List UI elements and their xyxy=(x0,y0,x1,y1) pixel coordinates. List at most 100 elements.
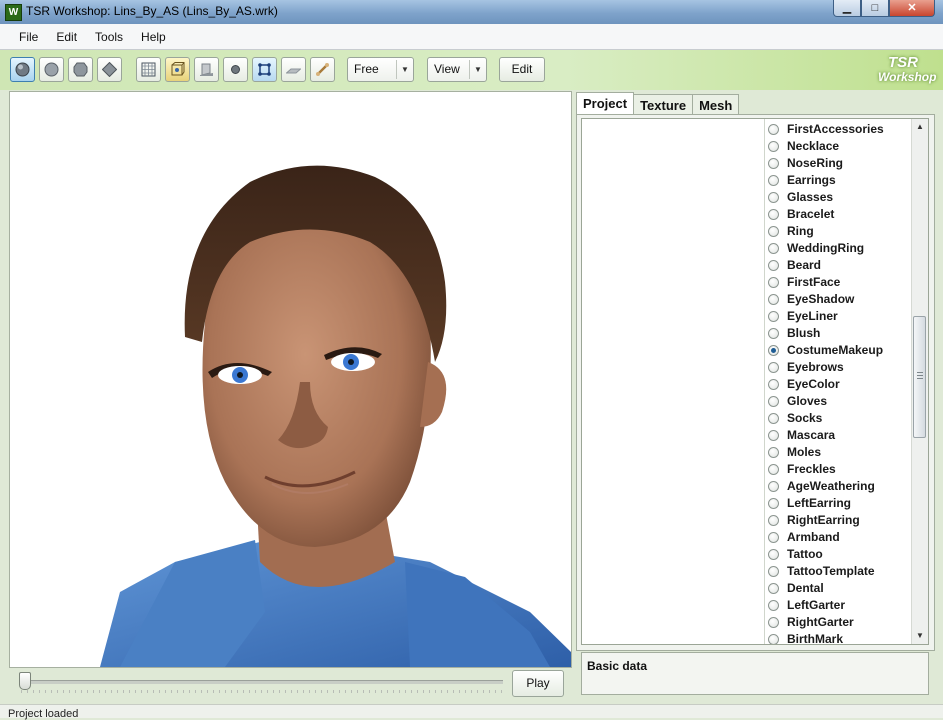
tab-mesh[interactable]: Mesh xyxy=(692,94,740,115)
list-item[interactable]: Moles xyxy=(768,444,908,461)
tab-texture[interactable]: Texture xyxy=(633,94,694,115)
view-menu-select[interactable]: View ▼ xyxy=(427,57,487,82)
radio-button[interactable] xyxy=(768,192,779,203)
plane-button[interactable] xyxy=(281,57,306,82)
menu-tools[interactable]: Tools xyxy=(86,30,132,44)
list-item[interactable]: Eyebrows xyxy=(768,359,908,376)
list-item[interactable]: Gloves xyxy=(768,393,908,410)
radio-button[interactable] xyxy=(768,634,779,644)
timeline-slider-handle[interactable] xyxy=(19,672,31,690)
list-item[interactable]: WeddingRing xyxy=(768,240,908,257)
list-item[interactable]: BirthMark xyxy=(768,631,908,644)
list-item-label: Ring xyxy=(787,224,814,238)
list-item[interactable]: EyeLiner xyxy=(768,308,908,325)
smooth-sphere-button[interactable] xyxy=(39,57,64,82)
list-item[interactable]: Beard xyxy=(768,257,908,274)
scroll-up-icon[interactable]: ▲ xyxy=(912,119,928,135)
list-item[interactable]: RightGarter xyxy=(768,614,908,631)
list-item[interactable]: FirstFace xyxy=(768,274,908,291)
diamond-button[interactable] xyxy=(97,57,122,82)
scroll-down-icon[interactable]: ▼ xyxy=(912,628,928,644)
grid-icon xyxy=(141,62,156,77)
timeline-track[interactable] xyxy=(21,680,503,684)
radio-button[interactable] xyxy=(768,566,779,577)
list-item[interactable]: Socks xyxy=(768,410,908,427)
radio-button[interactable] xyxy=(768,294,779,305)
list-item[interactable]: LeftEarring xyxy=(768,495,908,512)
bone-button[interactable] xyxy=(310,57,335,82)
radio-button[interactable] xyxy=(768,158,779,169)
maximize-button[interactable]: □ xyxy=(861,0,889,17)
list-item[interactable]: NoseRing xyxy=(768,155,908,172)
list-item[interactable]: EyeShadow xyxy=(768,291,908,308)
radio-button[interactable] xyxy=(768,515,779,526)
radio-button[interactable] xyxy=(768,243,779,254)
skeleton-button[interactable] xyxy=(252,57,277,82)
list-item[interactable]: CostumeMakeup xyxy=(768,342,908,359)
menu-help[interactable]: Help xyxy=(132,30,175,44)
radio-button[interactable] xyxy=(768,260,779,271)
radio-button[interactable] xyxy=(768,481,779,492)
tab-project[interactable]: Project xyxy=(576,92,635,115)
radio-button[interactable] xyxy=(768,498,779,509)
camera-mode-select[interactable]: Free ▼ xyxy=(347,57,414,82)
play-button[interactable]: Play xyxy=(512,670,564,697)
list-item[interactable]: Mascara xyxy=(768,427,908,444)
list-item[interactable]: TattooTemplate xyxy=(768,563,908,580)
layer-list: FirstAccessories Necklace NoseRing Earrings… xyxy=(581,118,929,645)
list-item[interactable]: Earrings xyxy=(768,172,908,189)
radio-button[interactable] xyxy=(768,447,779,458)
list-item[interactable]: Bracelet xyxy=(768,206,908,223)
radio-button[interactable] xyxy=(768,396,779,407)
list-item[interactable]: AgeWeathering xyxy=(768,478,908,495)
radio-button[interactable] xyxy=(768,311,779,322)
list-item[interactable]: Ring xyxy=(768,223,908,240)
edit-button[interactable]: Edit xyxy=(499,57,545,82)
list-item[interactable]: Dental xyxy=(768,580,908,597)
list-item-label: WeddingRing xyxy=(787,241,865,255)
list-item[interactable]: EyeColor xyxy=(768,376,908,393)
radio-button[interactable] xyxy=(768,345,779,356)
small-sphere-button[interactable] xyxy=(223,57,248,82)
radio-button[interactable] xyxy=(768,600,779,611)
grid-button[interactable] xyxy=(136,57,161,82)
list-item[interactable]: Glasses xyxy=(768,189,908,206)
radio-button[interactable] xyxy=(768,430,779,441)
radio-button[interactable] xyxy=(768,549,779,560)
radio-button[interactable] xyxy=(768,413,779,424)
list-item[interactable]: Armband xyxy=(768,529,908,546)
menu-file[interactable]: File xyxy=(10,30,47,44)
list-item[interactable]: Freckles xyxy=(768,461,908,478)
diamond-icon xyxy=(102,62,117,77)
list-item-label: LeftEarring xyxy=(787,496,852,510)
flat-sphere-button[interactable] xyxy=(68,57,93,82)
radio-button[interactable] xyxy=(768,617,779,628)
shaded-sphere-button[interactable] xyxy=(10,57,35,82)
list-item[interactable]: LeftGarter xyxy=(768,597,908,614)
minimize-button[interactable]: ▁ xyxy=(833,0,861,17)
scrollbar-thumb[interactable] xyxy=(913,316,926,438)
radio-button[interactable] xyxy=(768,532,779,543)
radio-button[interactable] xyxy=(768,209,779,220)
close-button[interactable]: ✕ xyxy=(889,0,935,17)
list-item[interactable]: RightEarring xyxy=(768,512,908,529)
radio-button[interactable] xyxy=(768,379,779,390)
bone-box-button[interactable] xyxy=(165,57,190,82)
3d-viewport[interactable] xyxy=(9,91,572,668)
radio-button[interactable] xyxy=(768,362,779,373)
radio-button[interactable] xyxy=(768,141,779,152)
radio-button[interactable] xyxy=(768,124,779,135)
radio-button[interactable] xyxy=(768,583,779,594)
radio-button[interactable] xyxy=(768,464,779,475)
vertical-scrollbar[interactable]: ▲ ▼ xyxy=(911,119,928,644)
list-item[interactable]: Blush xyxy=(768,325,908,342)
plane-shadow-button[interactable] xyxy=(194,57,219,82)
menu-edit[interactable]: Edit xyxy=(47,30,86,44)
radio-button[interactable] xyxy=(768,175,779,186)
list-item[interactable]: Necklace xyxy=(768,138,908,155)
list-item[interactable]: Tattoo xyxy=(768,546,908,563)
radio-button[interactable] xyxy=(768,328,779,339)
radio-button[interactable] xyxy=(768,277,779,288)
list-item[interactable]: FirstAccessories xyxy=(768,121,908,138)
radio-button[interactable] xyxy=(768,226,779,237)
